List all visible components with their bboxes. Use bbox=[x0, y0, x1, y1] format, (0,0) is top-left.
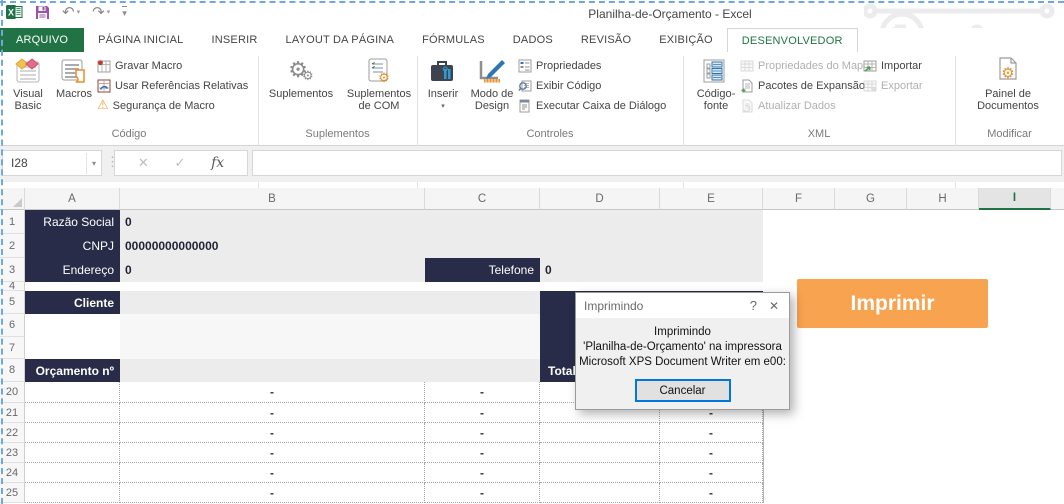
cell-endereco-value[interactable]: 0 bbox=[120, 258, 425, 282]
select-all-corner[interactable] bbox=[0, 188, 25, 210]
cell[interactable]: - bbox=[425, 443, 540, 463]
print-dialog-title: Imprimindo bbox=[584, 299, 740, 313]
cell[interactable]: - bbox=[425, 463, 540, 483]
row-header-1[interactable]: 1 bbox=[0, 210, 25, 234]
cell-cliente-label[interactable]: Cliente bbox=[25, 291, 120, 314]
cell-cnpj-value[interactable]: 00000000000000 bbox=[120, 234, 763, 258]
cell[interactable]: - bbox=[120, 403, 425, 423]
cell[interactable] bbox=[25, 382, 120, 403]
cell-b7[interactable] bbox=[120, 337, 540, 359]
row-header-7[interactable]: 7 bbox=[0, 337, 25, 359]
print-dialog-line1: Imprimindo bbox=[576, 325, 789, 340]
row-header-22[interactable]: 22 bbox=[0, 423, 25, 443]
print-dialog-titlebar[interactable]: Imprimindo ? ✕ bbox=[576, 293, 789, 318]
cell-telefone-value[interactable]: 0 bbox=[540, 258, 763, 282]
cell[interactable]: - bbox=[425, 403, 540, 423]
cell-cliente-value[interactable] bbox=[120, 291, 540, 314]
tab-desenvolvedor[interactable]: DESENVOLVEDOR bbox=[727, 28, 858, 52]
cell[interactable]: - bbox=[120, 423, 425, 443]
row-header-2[interactable]: 2 bbox=[0, 234, 25, 258]
row-header-4[interactable]: 4 bbox=[0, 282, 25, 291]
row-header-23[interactable]: 23 bbox=[0, 443, 25, 463]
row-header-24[interactable]: 24 bbox=[0, 463, 25, 483]
close-icon[interactable]: ✕ bbox=[767, 299, 781, 313]
cell[interactable] bbox=[540, 463, 660, 483]
column-header-A[interactable]: A bbox=[25, 188, 120, 210]
column-header-B[interactable]: B bbox=[120, 188, 425, 210]
cell[interactable] bbox=[25, 423, 120, 443]
row-header-5[interactable]: 5 bbox=[0, 291, 25, 314]
cell[interactable]: - bbox=[425, 382, 540, 403]
row-header-6[interactable]: 6 bbox=[0, 314, 25, 337]
cell[interactable] bbox=[540, 443, 660, 463]
cell[interactable]: - bbox=[660, 423, 763, 443]
cell-razao-social-label[interactable]: Razão Social bbox=[25, 210, 120, 234]
column-header-F[interactable]: F bbox=[763, 188, 835, 210]
column-header-partial[interactable] bbox=[1051, 188, 1064, 210]
cell-b6[interactable] bbox=[120, 314, 540, 337]
cell[interactable]: - bbox=[120, 382, 425, 403]
column-header-C[interactable]: C bbox=[425, 188, 540, 210]
row-header-21[interactable]: 21 bbox=[0, 403, 25, 423]
row-header-3[interactable]: 3 bbox=[0, 258, 25, 282]
print-dialog: Imprimindo ? ✕ Imprimindo 'Planilha-de-O… bbox=[575, 292, 790, 410]
cell[interactable]: - bbox=[660, 463, 763, 483]
cell[interactable] bbox=[25, 443, 120, 463]
print-dialog-body: Imprimindo 'Planilha-de-Orçamento' na im… bbox=[576, 318, 789, 402]
row-header-8[interactable]: 8 bbox=[0, 359, 25, 382]
cell[interactable] bbox=[25, 483, 120, 503]
column-header-H[interactable]: H bbox=[907, 188, 979, 210]
cell[interactable] bbox=[540, 483, 660, 503]
column-header-E[interactable]: E bbox=[660, 188, 763, 210]
row-header-20[interactable]: 20 bbox=[0, 382, 25, 403]
imprimir-macro-button[interactable]: Imprimir bbox=[797, 279, 988, 328]
excel-window: X ↶▾ ↷▾ ▾ Planilha-de-Orçamento - Excel … bbox=[0, 0, 1064, 504]
cell[interactable] bbox=[25, 403, 120, 423]
cell[interactable] bbox=[25, 463, 120, 483]
cell[interactable]: - bbox=[120, 463, 425, 483]
cell[interactable]: - bbox=[660, 483, 763, 503]
help-icon[interactable]: ? bbox=[740, 298, 767, 313]
cell[interactable]: - bbox=[425, 423, 540, 443]
cell-telefone-label[interactable]: Telefone bbox=[425, 258, 540, 282]
row-header-25[interactable]: 25 bbox=[0, 483, 25, 503]
cell[interactable] bbox=[540, 423, 660, 443]
cell[interactable]: - bbox=[425, 483, 540, 503]
spreadsheet: Razão Social 0 CNPJ 00000000000000 Ender… bbox=[0, 0, 1064, 504]
cell[interactable]: - bbox=[660, 443, 763, 463]
print-dialog-line3: Microsoft XPS Document Writer em e00: bbox=[576, 355, 789, 370]
column-header-G[interactable]: G bbox=[835, 188, 907, 210]
cell[interactable]: - bbox=[120, 483, 425, 503]
column-header-D[interactable]: D bbox=[540, 188, 660, 210]
print-dialog-line2: 'Planilha-de-Orçamento' na impressora bbox=[576, 340, 789, 355]
cell-orcamento-label[interactable]: Orçamento nº bbox=[25, 359, 120, 382]
cell-orcamento-value[interactable] bbox=[120, 359, 540, 382]
column-header-I[interactable]: I bbox=[979, 188, 1051, 210]
cell-cnpj-label[interactable]: CNPJ bbox=[25, 234, 120, 258]
cancel-button[interactable]: Cancelar bbox=[635, 379, 731, 402]
cell-endereco-label[interactable]: Endereço bbox=[25, 258, 120, 282]
cell[interactable]: - bbox=[120, 443, 425, 463]
cell-razao-social-value[interactable]: 0 bbox=[120, 210, 763, 234]
